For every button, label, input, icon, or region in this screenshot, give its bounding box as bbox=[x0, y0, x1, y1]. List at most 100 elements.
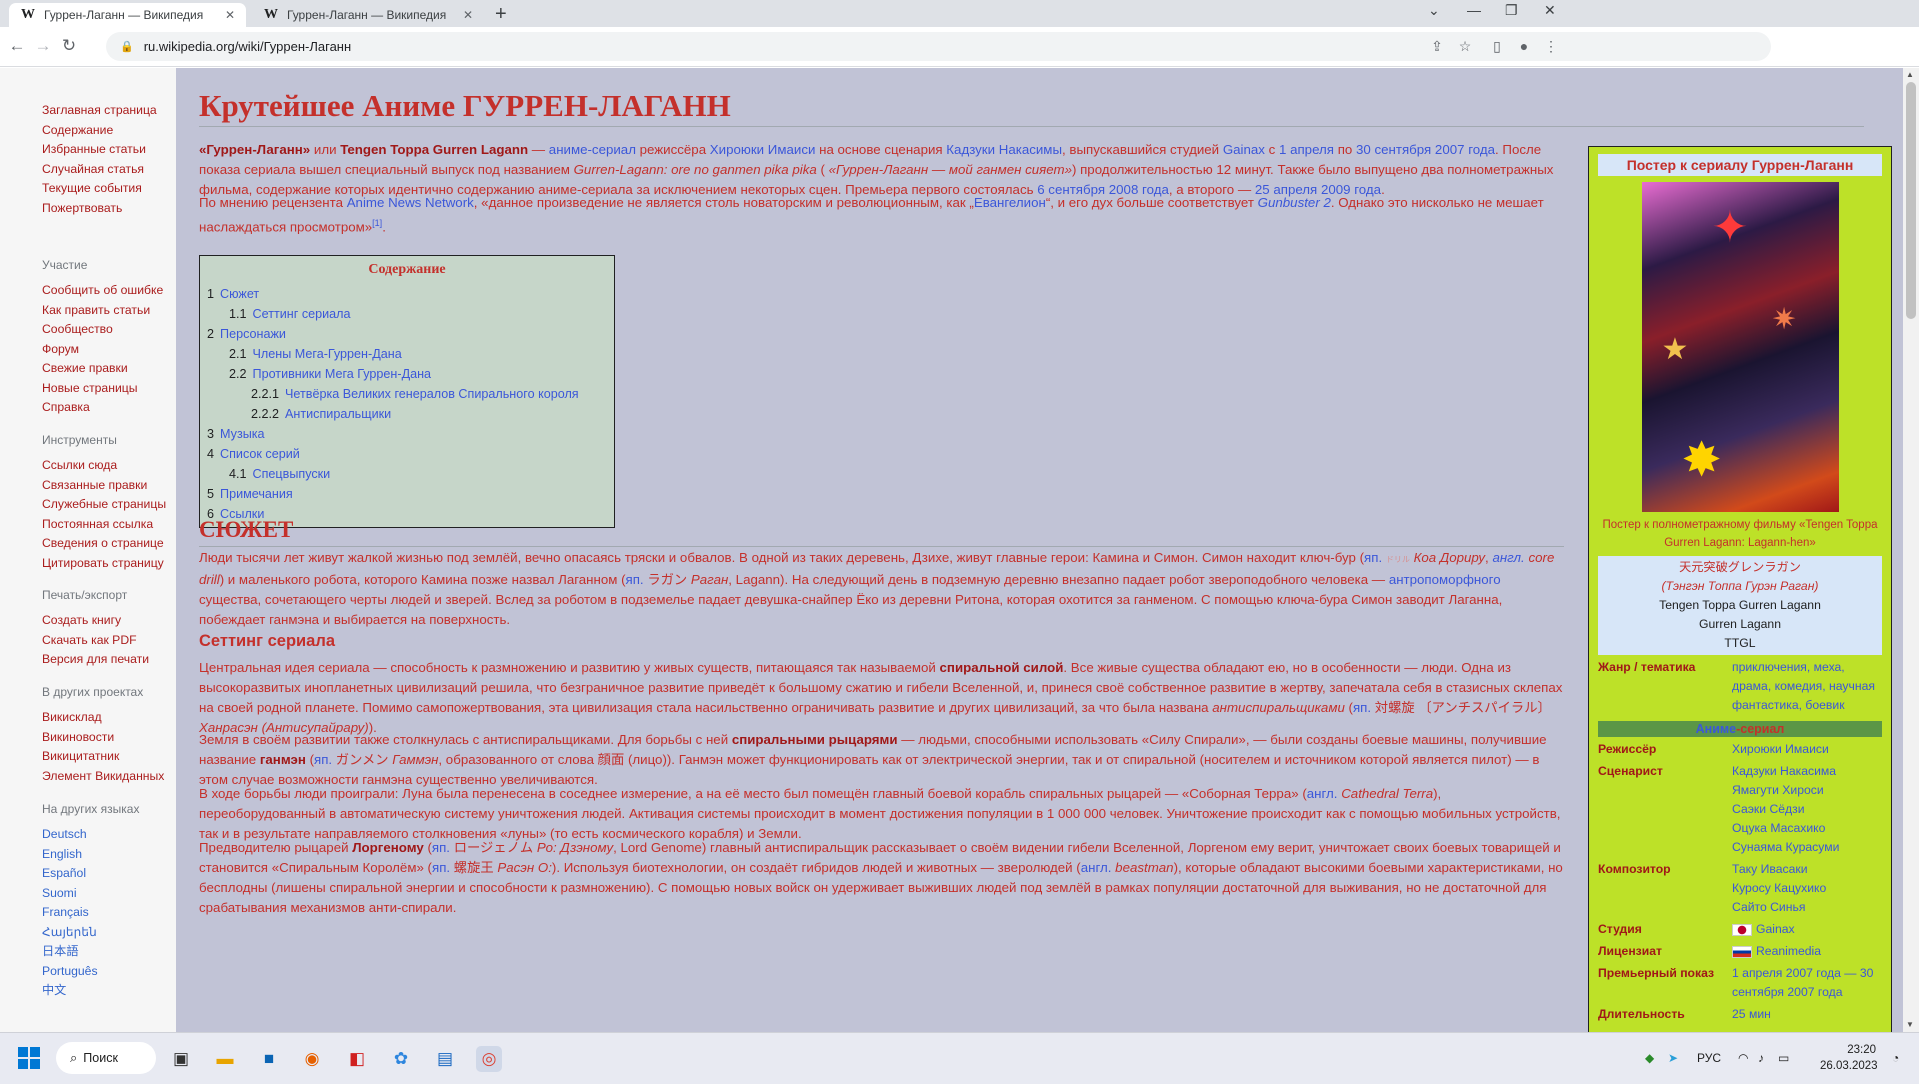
toc-link[interactable]: Сюжет bbox=[220, 287, 259, 301]
toc-link[interactable]: Персонажи bbox=[220, 327, 286, 341]
battery-icon[interactable]: ▭ bbox=[1778, 1051, 1789, 1065]
reload-icon[interactable]: ↻ bbox=[58, 36, 80, 56]
sidebar-item-wikiquote[interactable]: Викицитатник bbox=[42, 747, 164, 767]
link[interactable]: яп. bbox=[1353, 700, 1371, 715]
link[interactable]: Gainax bbox=[1756, 922, 1795, 936]
sidebar-item-cite[interactable]: Цитировать страницу bbox=[42, 554, 166, 574]
minimize-icon[interactable]: — bbox=[1467, 2, 1481, 18]
link[interactable]: Сайто Синья bbox=[1732, 898, 1826, 917]
poster-image[interactable]: ✦ ★ ✷ ✸ bbox=[1641, 182, 1839, 512]
link[interactable]: 2007 года bbox=[1435, 142, 1495, 157]
toc-item[interactable]: 1 Сюжет bbox=[207, 284, 607, 304]
link[interactable]: 30 сентября bbox=[1356, 142, 1431, 157]
infobox-value[interactable]: приключения, меха, драма, комедия, научн… bbox=[1732, 658, 1882, 715]
link[interactable]: яп. bbox=[432, 840, 450, 855]
restore-icon[interactable]: ❐ bbox=[1505, 2, 1518, 19]
firefox-icon[interactable]: ◉ bbox=[299, 1046, 325, 1072]
link[interactable]: Gunbuster 2 bbox=[1258, 195, 1331, 210]
link[interactable]: Ямагути Хироси bbox=[1732, 781, 1839, 800]
toc-item[interactable]: 2.2.1 Четвёрка Великих генералов Спиральн… bbox=[207, 384, 607, 404]
sidebar-item-lang[interactable]: Հայերեն bbox=[42, 923, 139, 943]
link[interactable]: яп. bbox=[1364, 550, 1382, 565]
toc-link[interactable]: Антиспиральщики bbox=[285, 407, 391, 421]
sidebar-item-forum[interactable]: Форум bbox=[42, 340, 163, 360]
file-explorer-icon[interactable]: ▬ bbox=[212, 1046, 238, 1072]
link[interactable]: Евангелион bbox=[974, 195, 1046, 210]
sidebar-item-lang[interactable]: 中文 bbox=[42, 981, 139, 1001]
sidebar-item-wikinews[interactable]: Викиновости bbox=[42, 728, 164, 748]
link[interactable]: Reanimedia bbox=[1756, 944, 1821, 958]
keyboard-language[interactable]: РУС bbox=[1697, 1051, 1721, 1065]
link[interactable]: 1 апреля bbox=[1279, 142, 1334, 157]
sidebar-item-contents[interactable]: Содержание bbox=[42, 121, 157, 141]
scrollbar-thumb[interactable] bbox=[1906, 82, 1916, 319]
sidebar-item-current-events[interactable]: Текущие события bbox=[42, 179, 157, 199]
system-clock[interactable]: 23:20 26.03.2023 bbox=[1820, 1042, 1878, 1074]
paint-icon[interactable]: ✿ bbox=[388, 1046, 414, 1072]
link[interactable]: Сунаяма Курасуми bbox=[1732, 838, 1839, 857]
toc-link[interactable]: Члены Мега-Гуррен-Дана bbox=[253, 347, 402, 361]
new-tab-plus-icon[interactable]: + bbox=[495, 4, 507, 24]
bookmark-star-icon[interactable]: ☆ bbox=[1456, 38, 1474, 55]
scroll-down-icon[interactable]: ▼ bbox=[1906, 1020, 1914, 1029]
toc-link[interactable]: Примечания bbox=[220, 487, 293, 501]
lock-icon[interactable]: 🔒 bbox=[120, 40, 134, 53]
toc-link[interactable]: Сеттинг сериала bbox=[253, 307, 351, 321]
taskbar-search[interactable]: ⌕ Поиск bbox=[56, 1042, 156, 1074]
scroll-up-icon[interactable]: ▲ bbox=[1906, 70, 1914, 79]
tab-search-chevron-icon[interactable]: ⌄ bbox=[1428, 2, 1440, 19]
toc-link[interactable]: Спецвыпуски bbox=[253, 467, 331, 481]
link[interactable]: Кадзуки Накасима bbox=[1732, 762, 1839, 781]
sidebar-item-related-changes[interactable]: Связанные правки bbox=[42, 476, 166, 496]
sidebar-item-lang[interactable]: Português bbox=[42, 962, 139, 982]
telegram-icon[interactable]: ➤ bbox=[1668, 1051, 1678, 1065]
link[interactable]: яп. bbox=[626, 572, 644, 587]
chrome-icon[interactable]: ◎ bbox=[476, 1046, 502, 1072]
toc-item[interactable]: 2.2 Противники Мега Гуррен-Дана bbox=[207, 364, 607, 384]
notifications-icon[interactable]: ◔ bbox=[1892, 1051, 1899, 1065]
sidebar-item-random[interactable]: Случайная статья bbox=[42, 160, 157, 180]
share-icon[interactable]: ⇪ bbox=[1428, 38, 1446, 55]
tab-inactive[interactable]: W Гуррен-Лаганн — Википедия ✕ bbox=[252, 3, 484, 27]
back-arrow-icon[interactable]: ← bbox=[6, 36, 28, 56]
infobox-value[interactable]: Хироюки Имаиси bbox=[1732, 740, 1829, 759]
toc-link[interactable]: Противники Мега Гуррен-Дана bbox=[253, 367, 432, 381]
tab-active[interactable]: W Гуррен-Лаганн — Википедия ✕ bbox=[9, 3, 246, 27]
toc-link[interactable]: Четвёрка Великих генералов Спирального к… bbox=[285, 387, 579, 401]
link[interactable]: англ. bbox=[1081, 860, 1112, 875]
toc-item[interactable]: 4.1 Спецвыпуски bbox=[207, 464, 607, 484]
link[interactable]: Куросу Кацухико bbox=[1732, 879, 1826, 898]
sidebar-item-new-pages[interactable]: Новые страницы bbox=[42, 379, 163, 399]
link[interactable]: Таку Ивасаки bbox=[1732, 860, 1826, 879]
toc-item[interactable]: 4 Список серий bbox=[207, 444, 607, 464]
profile-avatar-icon[interactable]: ● bbox=[1515, 38, 1533, 54]
link[interactable]: Аниме bbox=[1696, 722, 1736, 736]
sidebar-item-lang[interactable]: Deutsch bbox=[42, 825, 139, 845]
close-icon[interactable]: ✕ bbox=[458, 8, 478, 22]
toc-link[interactable]: Музыка bbox=[220, 427, 265, 441]
infobox-value[interactable]: 1 апреля 2007 года — 30 сентября 2007 го… bbox=[1732, 964, 1882, 1002]
link[interactable]: яп. bbox=[432, 860, 450, 875]
sidebar-item-main-page[interactable]: Заглавная страница bbox=[42, 101, 157, 121]
toc-item[interactable]: 3 Музыка bbox=[207, 424, 607, 444]
sidebar-item-donate[interactable]: Пожертвовать bbox=[42, 199, 157, 219]
reference-link[interactable]: [1] bbox=[372, 218, 382, 228]
link[interactable]: Оцука Масахико bbox=[1732, 819, 1839, 838]
sidebar-item-what-links-here[interactable]: Ссылки сюда bbox=[42, 456, 166, 476]
task-view-icon[interactable]: ▣ bbox=[168, 1046, 194, 1072]
sidebar-item-featured[interactable]: Избранные статьи bbox=[42, 140, 157, 160]
microsoft-store-icon[interactable]: ■ bbox=[256, 1046, 282, 1072]
sidebar-item-lang[interactable]: 日本語 bbox=[42, 942, 139, 962]
tray-security-icon[interactable]: ◆ bbox=[1645, 1051, 1654, 1065]
toc-item[interactable]: 5 Примечания bbox=[207, 484, 607, 504]
link[interactable]: Саэки Сёдзи bbox=[1732, 800, 1839, 819]
notepad-icon[interactable]: ▤ bbox=[432, 1046, 458, 1072]
toc-link[interactable]: Список серий bbox=[220, 447, 300, 461]
sidebar-item-wikidata[interactable]: Элемент Викиданных bbox=[42, 767, 164, 787]
sidebar-item-commons[interactable]: Викисклад bbox=[42, 708, 164, 728]
sidebar-item-how-to-edit[interactable]: Как править статьи bbox=[42, 301, 163, 321]
sidebar-item-create-book[interactable]: Создать книгу bbox=[42, 611, 149, 631]
sidebar-item-lang[interactable]: Español bbox=[42, 864, 139, 884]
link[interactable]: антропоморфного bbox=[1389, 572, 1501, 587]
close-window-icon[interactable]: ✕ bbox=[1544, 2, 1556, 19]
